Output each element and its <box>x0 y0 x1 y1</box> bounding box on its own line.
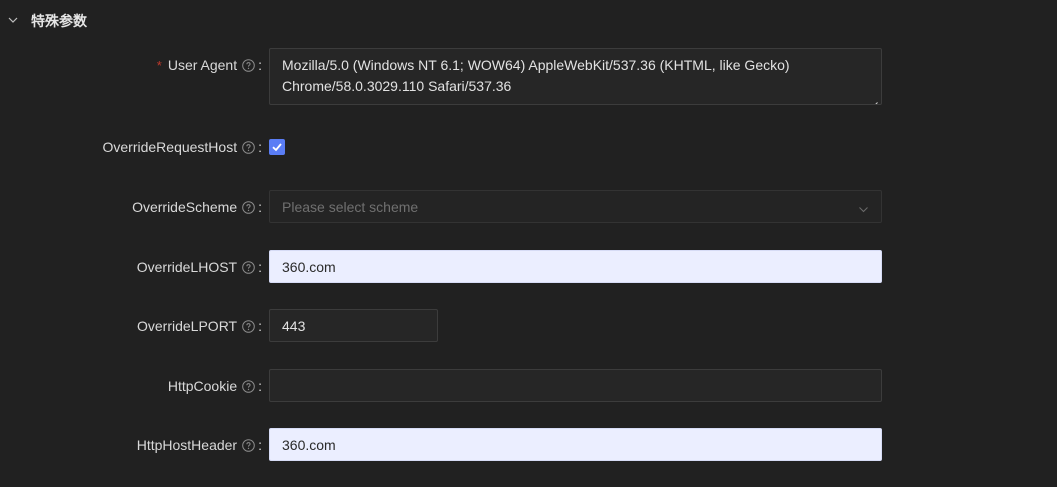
override-lport-input[interactable]: 443 <box>269 309 438 342</box>
label-colon: : <box>258 199 262 215</box>
label-colon: : <box>258 259 262 275</box>
http-cookie-input[interactable] <box>269 369 882 402</box>
help-circle-icon[interactable] <box>242 260 255 274</box>
override-lhost-label-text: OverrideLHOST <box>136 259 238 275</box>
label-colon: : <box>258 57 262 73</box>
help-circle-icon[interactable] <box>242 58 255 72</box>
section-header-special-params[interactable]: 特殊参数 <box>0 0 1057 40</box>
http-host-header-label: HttpHostHeader : <box>137 437 262 453</box>
chevron-down-icon <box>7 13 19 25</box>
override-request-host-checkbox[interactable] <box>269 139 285 155</box>
override-scheme-label: OverrideScheme : <box>132 199 262 215</box>
help-circle-icon[interactable] <box>242 379 255 393</box>
override-lhost-label: OverrideLHOST : <box>137 259 262 275</box>
label-colon: : <box>258 139 262 155</box>
override-lport-label: OverrideLPORT : <box>137 318 262 334</box>
resize-grip-icon[interactable] <box>871 94 878 104</box>
http-host-header-value: 360.com <box>282 436 336 453</box>
user-agent-value-line2: Chrome/58.0.3029.110 Safari/537.36 <box>282 78 512 94</box>
override-request-host-label-text: OverrideRequestHost <box>102 139 238 155</box>
override-lhost-input[interactable]: 360.com <box>269 250 882 283</box>
http-cookie-label-text: HttpCookie <box>167 378 238 394</box>
override-scheme-label-text: OverrideScheme <box>132 199 238 215</box>
label-colon: : <box>258 437 262 453</box>
override-scheme-placeholder: Please select scheme <box>282 198 419 215</box>
help-circle-icon[interactable] <box>242 319 255 333</box>
override-request-host-label: OverrideRequestHost : <box>102 139 262 155</box>
user-agent-value-line1: Mozilla/5.0 (Windows NT 6.1; WOW64) Appl… <box>282 57 790 73</box>
user-agent-label: * User Agent : <box>157 57 262 73</box>
override-lhost-value: 360.com <box>282 258 336 275</box>
user-agent-textarea[interactable]: Mozilla/5.0 (Windows NT 6.1; WOW64) Appl… <box>269 48 882 105</box>
help-circle-icon[interactable] <box>242 438 255 452</box>
override-lport-label-text: OverrideLPORT <box>137 318 238 334</box>
chevron-down-icon <box>858 202 869 213</box>
required-mark: * <box>156 57 162 73</box>
http-host-header-label-text: HttpHostHeader <box>136 437 238 453</box>
help-circle-icon[interactable] <box>242 200 255 214</box>
override-scheme-select[interactable]: Please select scheme <box>269 190 882 223</box>
user-agent-label-text: User Agent <box>167 57 238 73</box>
http-cookie-label: HttpCookie : <box>168 378 262 394</box>
checkmark-icon <box>272 143 282 152</box>
section-title: 特殊参数 <box>31 14 87 30</box>
help-circle-icon[interactable] <box>242 140 255 154</box>
http-host-header-input[interactable]: 360.com <box>269 428 882 461</box>
label-colon: : <box>258 378 262 394</box>
override-lport-value: 443 <box>282 317 306 334</box>
label-colon: : <box>258 318 262 334</box>
